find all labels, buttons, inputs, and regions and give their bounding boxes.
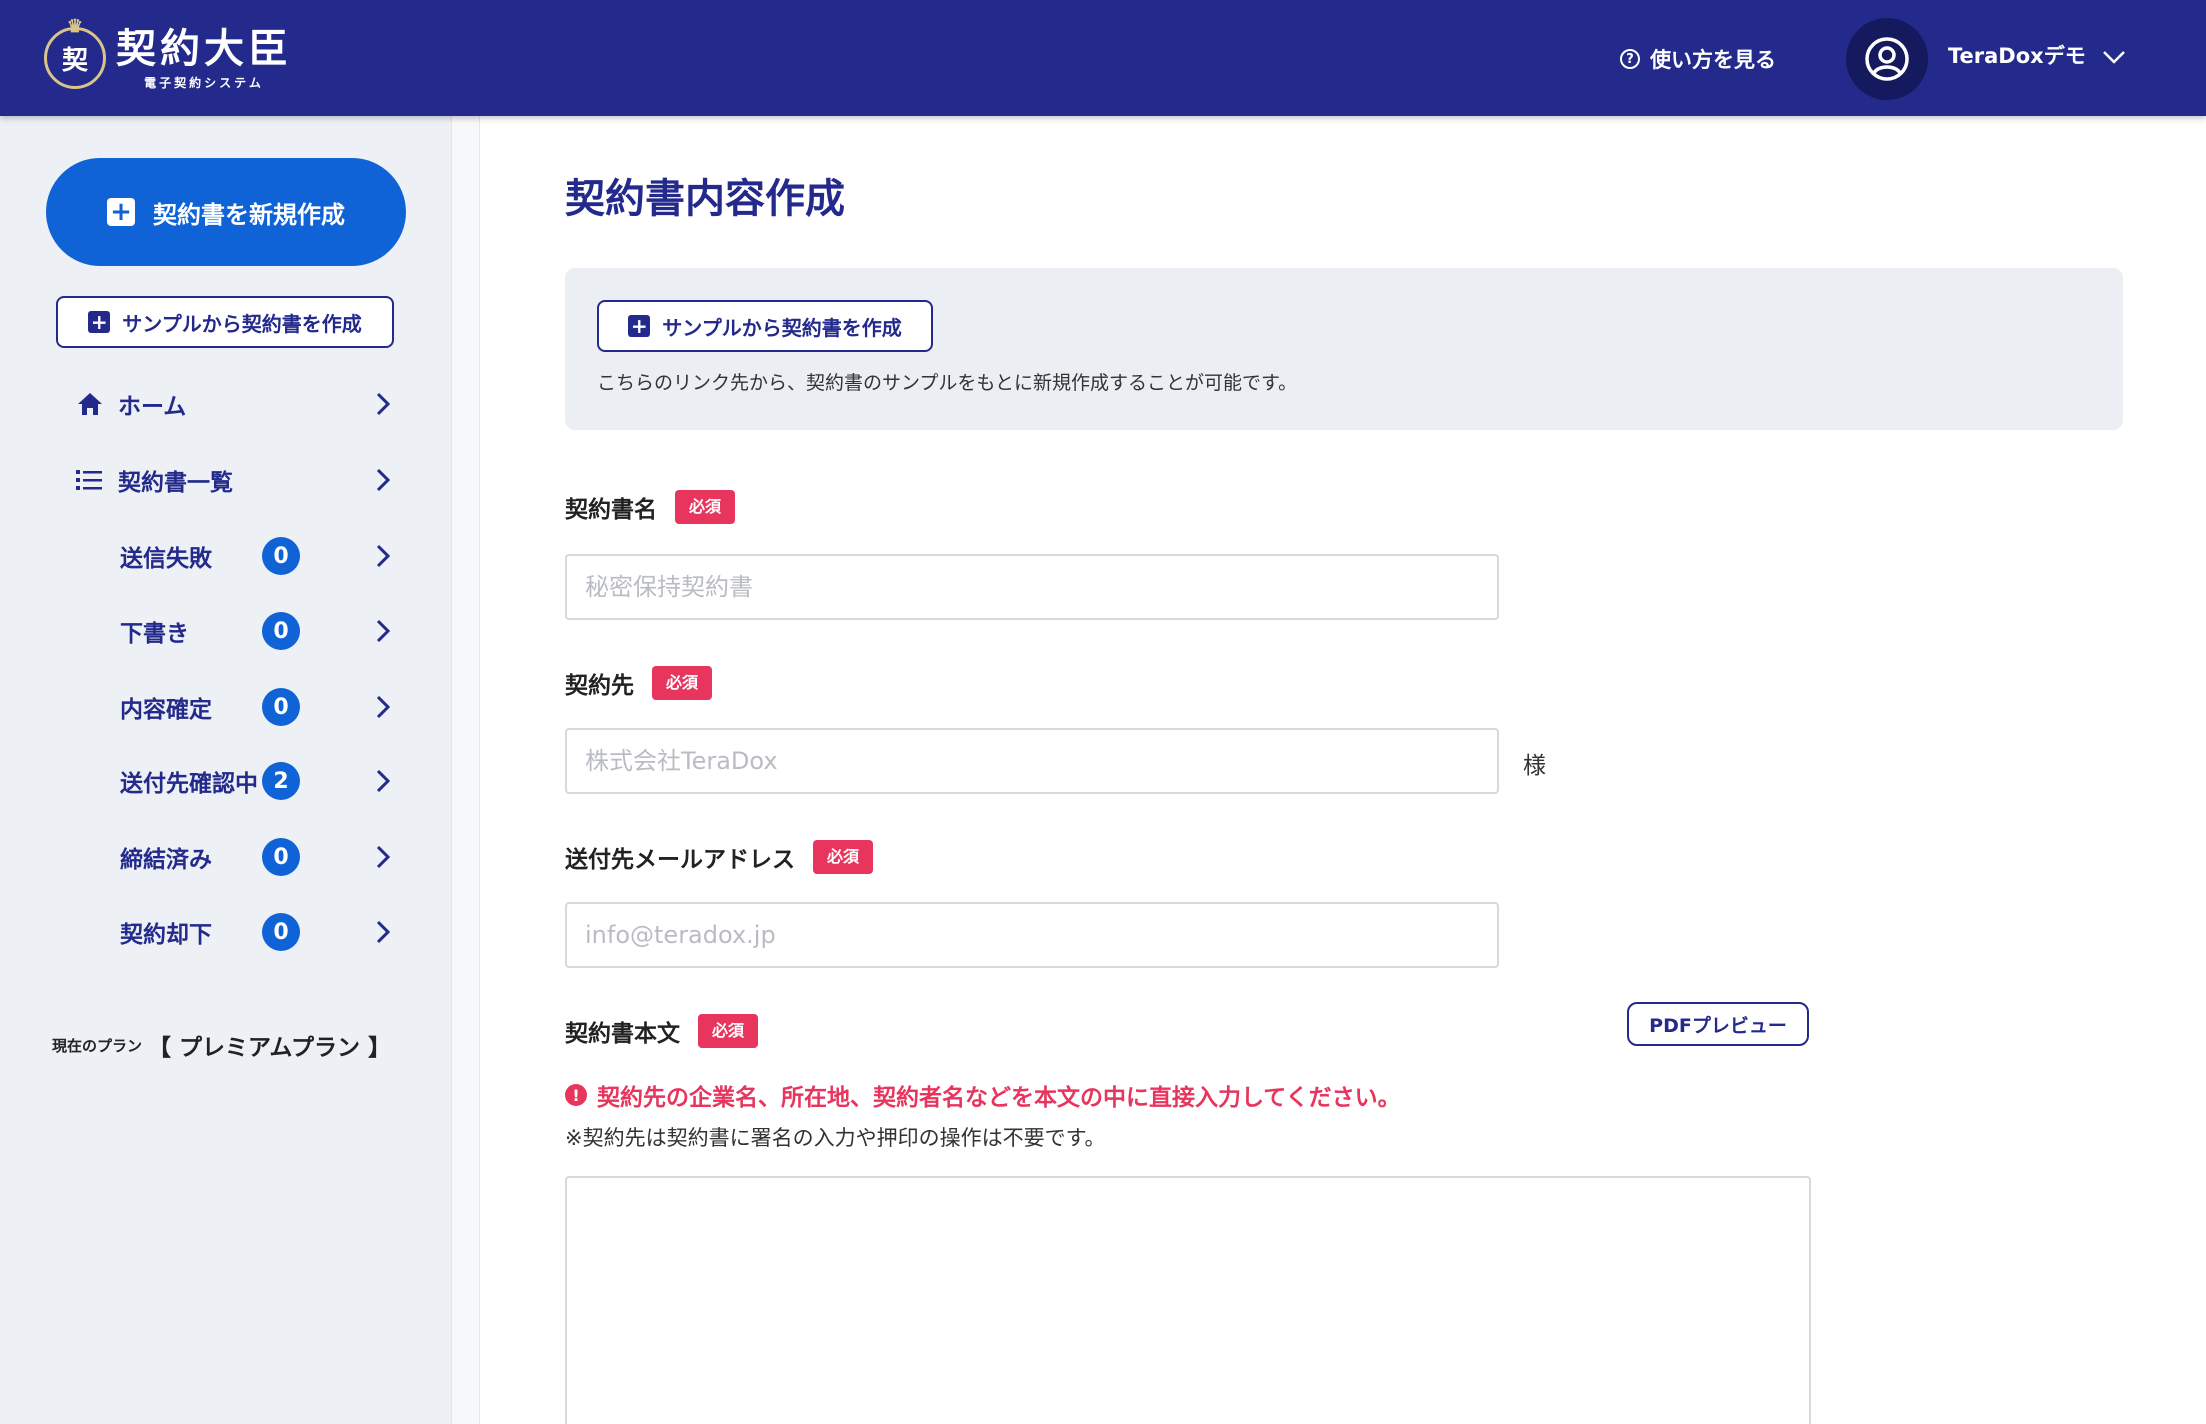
honorific-suffix: 様 xyxy=(1523,753,1546,779)
count-badge: 0 xyxy=(262,838,300,876)
sidebar-divider xyxy=(452,116,480,1424)
counterparty-label: 契約先 必須 xyxy=(565,666,713,700)
contract-body-label: 契約書本文 必須 xyxy=(565,1014,759,1048)
sample-info-box: + サンプルから契約書を作成 こちらのリンク先から、契約書のサンプルをもとに新規… xyxy=(565,268,2123,430)
required-badge: 必須 xyxy=(675,490,736,524)
sidebar-item-label: 契約却下 xyxy=(120,922,212,948)
new-contract-button-label: 契約書を新規作成 xyxy=(153,200,345,229)
current-plan: 現在のプラン 【 プレミアムプラン 】 xyxy=(52,1028,391,1062)
chevron-right-icon xyxy=(376,769,390,793)
chevron-right-icon xyxy=(376,392,390,416)
contract-name-label: 契約書名 必須 xyxy=(565,490,736,524)
home-icon xyxy=(76,391,106,417)
sidebar-item-label: 締結済み xyxy=(120,847,212,873)
required-badge: 必須 xyxy=(813,840,874,874)
email-field[interactable] xyxy=(565,902,1499,968)
list-icon xyxy=(76,469,106,491)
sample-contract-button-label: サンプルから契約書を作成 xyxy=(662,315,902,340)
logo-subtitle: 電子契約システム xyxy=(144,75,264,90)
sidebar-item-send-failed[interactable]: 送信失敗 0 xyxy=(120,534,390,578)
sidebar-item-label: 送信失敗 xyxy=(120,546,212,572)
exclamation-circle-icon: ! xyxy=(565,1084,587,1106)
field-label-text: 送付先メールアドレス xyxy=(565,847,795,873)
pdf-preview-button[interactable]: PDFプレビュー xyxy=(1627,1002,1809,1046)
plan-name: 【 プレミアムプラン 】 xyxy=(148,1035,392,1061)
sidebar-item-rejected[interactable]: 契約却下 0 xyxy=(120,910,390,954)
plus-icon: + xyxy=(88,311,111,333)
chevron-right-icon xyxy=(376,619,390,643)
user-name: TeraDoxデモ xyxy=(1948,44,2086,68)
sidebar-item-label: 下書き xyxy=(120,621,189,647)
sidebar-item-home[interactable]: ホーム xyxy=(76,382,390,426)
plan-label: 現在のプラン xyxy=(52,1036,143,1055)
top-header: ♛ 契 契約大臣 電子契約システム ? 使い方を見る TeraDoxデモ xyxy=(0,0,2206,116)
chevron-right-icon xyxy=(376,468,390,492)
sample-info-text: こちらのリンク先から、契約書のサンプルをもとに新規作成することが可能です。 xyxy=(597,372,1298,394)
sidebar-item-draft[interactable]: 下書き 0 xyxy=(120,609,390,653)
question-circle-icon: ? xyxy=(1620,49,1640,69)
help-link[interactable]: ? 使い方を見る xyxy=(1620,44,1776,74)
required-badge: 必須 xyxy=(698,1014,759,1048)
sidebar-item-concluded[interactable]: 締結済み 0 xyxy=(120,835,390,879)
field-label-text: 契約書名 xyxy=(565,497,657,523)
body-warning: ! 契約先の企業名、所在地、契約者名などを本文の中に直接入力してください。 xyxy=(565,1078,1401,1112)
body-note: ※契約先は契約書に署名の入力や押印の操作は不要です。 xyxy=(565,1126,1106,1150)
sidebar-item-label: 送付先確認中 xyxy=(120,771,258,797)
count-badge: 2 xyxy=(262,762,300,800)
field-label-text: 契約先 xyxy=(565,673,634,699)
avatar xyxy=(1846,18,1928,100)
logo-emblem-char: 契 xyxy=(61,45,88,76)
field-label-text: 契約書本文 xyxy=(565,1021,680,1047)
main-content: 契約書内容作成 + サンプルから契約書を作成 こちらのリンク先から、契約書のサン… xyxy=(481,116,2206,1424)
sidebar-sample-button[interactable]: + サンプルから契約書を作成 xyxy=(56,296,394,348)
crown-icon: ♛ xyxy=(66,16,84,37)
sidebar: + 契約書を新規作成 + サンプルから契約書を作成 ホーム 契約書一覧 送信失敗… xyxy=(0,116,452,1424)
contract-name-input[interactable] xyxy=(565,554,1499,620)
page-title: 契約書内容作成 xyxy=(565,176,845,222)
plus-icon: + xyxy=(628,315,651,337)
sidebar-item-label: ホーム xyxy=(118,394,187,420)
chevron-right-icon xyxy=(376,845,390,869)
sidebar-item-confirmed[interactable]: 内容確定 0 xyxy=(120,685,390,729)
chevron-right-icon xyxy=(376,920,390,944)
new-contract-button[interactable]: + 契約書を新規作成 xyxy=(46,158,406,266)
help-link-label: 使い方を見る xyxy=(1650,48,1776,72)
count-badge: 0 xyxy=(262,537,300,575)
count-badge: 0 xyxy=(262,612,300,650)
sidebar-sample-button-label: サンプルから契約書を作成 xyxy=(122,311,362,336)
logo-title: 契約大臣 xyxy=(116,24,292,72)
warning-text: 契約先の企業名、所在地、契約者名などを本文の中に直接入力してください。 xyxy=(597,1085,1401,1111)
chevron-right-icon xyxy=(376,695,390,719)
email-label: 送付先メールアドレス 必須 xyxy=(565,840,874,874)
sidebar-item-label: 契約書一覧 xyxy=(118,470,233,496)
logo-emblem: ♛ 契 xyxy=(44,16,106,89)
app-logo[interactable]: ♛ 契 契約大臣 電子契約システム xyxy=(44,16,292,96)
sample-contract-button[interactable]: + サンプルから契約書を作成 xyxy=(597,300,933,352)
sidebar-item-contract-list[interactable]: 契約書一覧 xyxy=(76,458,390,502)
counterparty-input[interactable] xyxy=(565,728,1499,794)
count-badge: 0 xyxy=(262,913,300,951)
chevron-down-icon xyxy=(2102,51,2125,64)
chevron-right-icon xyxy=(376,544,390,568)
user-circle-icon xyxy=(1865,37,1909,81)
required-badge: 必須 xyxy=(652,666,713,700)
sidebar-item-recipient-confirming[interactable]: 送付先確認中 2 xyxy=(120,759,390,803)
sidebar-item-label: 内容確定 xyxy=(120,697,212,723)
plus-icon: + xyxy=(107,198,135,226)
user-menu[interactable]: TeraDoxデモ xyxy=(1846,18,2126,100)
contract-body-textarea[interactable] xyxy=(565,1176,1811,1424)
count-badge: 0 xyxy=(262,688,300,726)
